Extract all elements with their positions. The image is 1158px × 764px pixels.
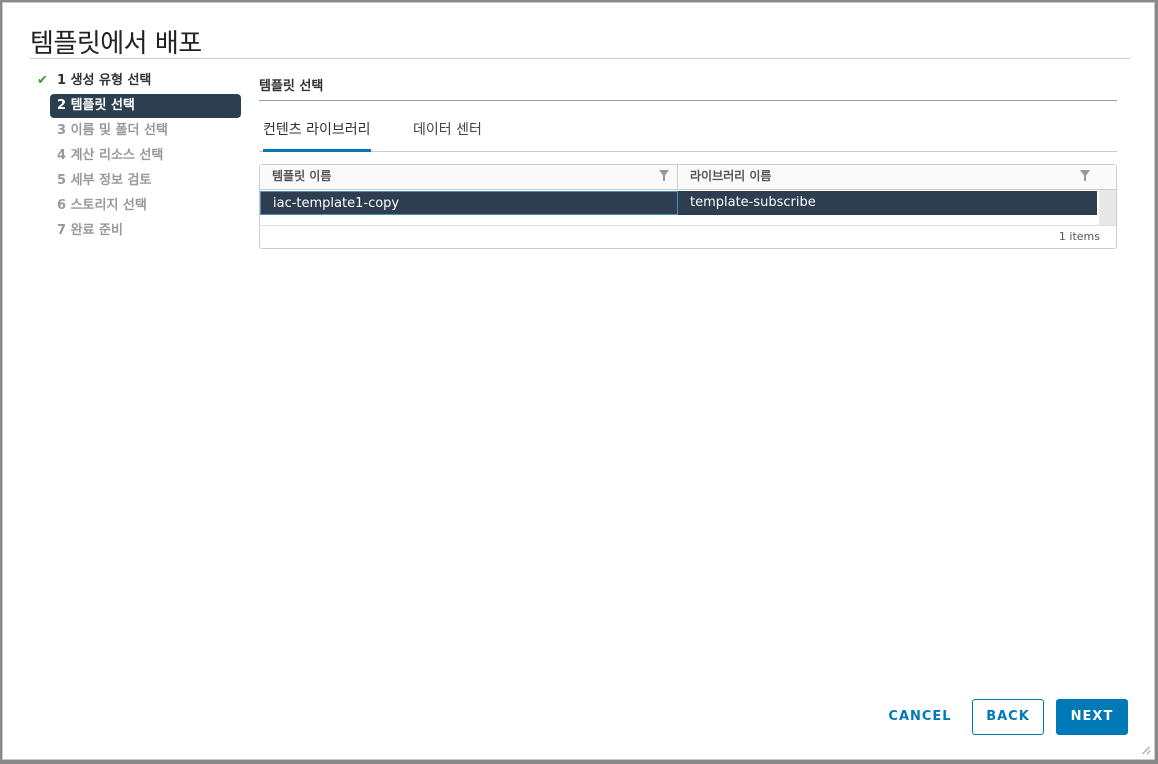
column-label: 라이브러리 이름	[690, 169, 772, 183]
step-select-creation-type[interactable]: ✔ 1 생성 유형 선택	[33, 69, 241, 93]
column-header-template-name[interactable]: 템플릿 이름	[260, 165, 678, 189]
grid-footer-count: 1 items	[260, 225, 1116, 248]
filter-icon[interactable]	[1080, 170, 1090, 181]
step-select-compute-resource: 4 계산 리소스 선택	[33, 144, 241, 168]
step-label: 7 완료 준비	[57, 223, 123, 238]
grid-header: 템플릿 이름 라이브러리 이름	[260, 165, 1116, 190]
deploy-from-template-dialog: 템플릿에서 배포 ✔ 1 생성 유형 선택 2 템플릿 선택 3 이름 및 폴더…	[2, 2, 1155, 760]
dialog-buttons: CANCEL BACK NEXT	[880, 699, 1128, 735]
resize-handle-icon[interactable]	[1140, 745, 1150, 755]
wizard-steps: ✔ 1 생성 유형 선택 2 템플릿 선택 3 이름 및 폴더 선택 4 계산 …	[33, 69, 241, 244]
step-ready-to-complete: 7 완료 준비	[33, 219, 241, 243]
step-label: 1 생성 유형 선택	[57, 73, 152, 88]
step-label: 5 세부 정보 검토	[57, 173, 152, 188]
cell-template-name: iac-template1-copy	[260, 191, 678, 215]
title-divider	[30, 58, 1130, 59]
template-grid: 템플릿 이름 라이브러리 이름 iac-template1-copy templ…	[259, 164, 1117, 249]
table-row[interactable]: iac-template1-copy template-subscribe	[260, 191, 1097, 215]
step-select-name-folder: 3 이름 및 폴더 선택	[33, 119, 241, 143]
cell-library-name: template-subscribe	[690, 195, 816, 210]
step-label: 3 이름 및 폴더 선택	[57, 123, 168, 138]
check-icon: ✔	[37, 73, 48, 88]
step-content: 템플릿 선택 컨텐츠 라이브러리 데이터 센터 템플릿 이름 라이브러리 이름 …	[259, 69, 1117, 249]
column-header-library-name[interactable]: 라이브러리 이름	[678, 165, 1098, 189]
cancel-button[interactable]: CANCEL	[880, 699, 960, 735]
grid-scrollbar[interactable]	[1099, 190, 1116, 225]
step-select-template[interactable]: 2 템플릿 선택	[50, 94, 241, 118]
dialog-title: 템플릿에서 배포	[30, 29, 202, 59]
back-button[interactable]: BACK	[972, 699, 1044, 735]
step-review-details: 5 세부 정보 검토	[33, 169, 241, 193]
source-tabs: 컨텐츠 라이브러리 데이터 센터	[259, 119, 1117, 152]
step-label: 2 템플릿 선택	[57, 98, 135, 113]
section-title: 템플릿 선택	[259, 69, 1117, 101]
tab-content-library[interactable]: 컨텐츠 라이브러리	[263, 119, 371, 152]
step-label: 6 스토리지 선택	[57, 198, 147, 213]
next-button[interactable]: NEXT	[1056, 699, 1128, 735]
column-label: 템플릿 이름	[272, 169, 332, 183]
step-label: 4 계산 리소스 선택	[57, 148, 164, 163]
tab-datacenter[interactable]: 데이터 센터	[413, 119, 482, 149]
filter-icon[interactable]	[659, 170, 669, 181]
step-select-storage: 6 스토리지 선택	[33, 194, 241, 218]
